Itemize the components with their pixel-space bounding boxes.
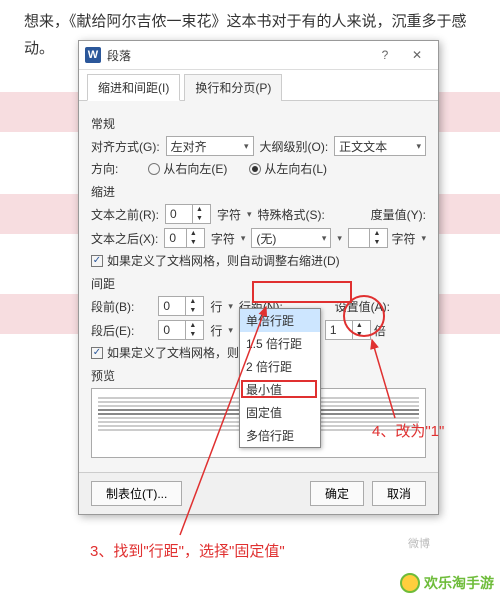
- indent-value-spinner[interactable]: ▲▼: [348, 228, 389, 248]
- space-before-label: 段前(B):: [91, 298, 134, 315]
- ok-button[interactable]: 确定: [310, 481, 364, 506]
- special-label: 特殊格式(S):: [258, 206, 325, 223]
- auto-indent-checkbox[interactable]: ✓如果定义了文档网格，则自动调整右缩进(D): [91, 252, 426, 269]
- ltr-radio[interactable]: 从左向右(L): [249, 160, 327, 177]
- dropdown-item[interactable]: 2 倍行距: [240, 355, 320, 378]
- after-text-spinner[interactable]: 0▲▼: [164, 228, 205, 248]
- dropdown-item[interactable]: 1.5 倍行距: [240, 332, 320, 355]
- help-button[interactable]: ?: [370, 45, 400, 65]
- space-before-spinner[interactable]: 0▲▼: [158, 296, 204, 316]
- line-unit2: 行: [210, 322, 222, 339]
- annotation-text-step4: 4、改为"1": [372, 420, 444, 441]
- dialog-title: 段落: [107, 47, 131, 64]
- section-general: 常规: [91, 115, 426, 132]
- char-unit3: 字符: [391, 230, 415, 247]
- outline-combo[interactable]: 正文文本▾: [334, 136, 426, 156]
- outline-label: 大纲级别(O):: [260, 138, 329, 155]
- dialog-buttons: 制表位(T)... 确定 取消: [79, 472, 438, 514]
- space-after-spinner[interactable]: 0▲▼: [158, 320, 204, 340]
- char-unit: 字符: [217, 206, 241, 223]
- alignment-label: 对齐方式(G):: [91, 138, 160, 155]
- dialog-tabs: 缩进和间距(I) 换行和分页(P): [79, 70, 438, 101]
- annotation-highlight-line-spacing: [252, 281, 352, 303]
- word-icon: W: [85, 47, 101, 63]
- dropdown-item[interactable]: 单倍行距: [240, 309, 320, 332]
- dropdown-item-fixed[interactable]: 固定值: [240, 401, 320, 424]
- tabs-button[interactable]: 制表位(T)...: [91, 481, 182, 506]
- annotation-text-step3: 3、找到"行距"，选择"固定值": [90, 540, 285, 561]
- tab-pagination[interactable]: 换行和分页(P): [184, 74, 282, 101]
- weibo-watermark: 微博: [408, 535, 430, 551]
- indent-value-label: 度量值(Y):: [371, 206, 426, 223]
- before-text-label: 文本之前(R):: [91, 206, 159, 223]
- tab-indent-spacing[interactable]: 缩进和间距(I): [87, 74, 180, 101]
- char-unit2: 字符: [211, 230, 235, 247]
- cancel-button[interactable]: 取消: [372, 481, 426, 506]
- watermark-icon: [400, 573, 420, 593]
- alignment-combo[interactable]: 左对齐▾: [166, 136, 254, 156]
- annotation-highlight-set-value: [343, 295, 385, 337]
- dialog-titlebar: W 段落 ? ✕: [79, 41, 438, 70]
- close-button[interactable]: ✕: [402, 45, 432, 65]
- line-spacing-dropdown: 单倍行距 1.5 倍行距 2 倍行距 最小值 固定值 多倍行距: [239, 308, 321, 448]
- after-text-label: 文本之后(X):: [91, 230, 158, 247]
- dropdown-item[interactable]: 多倍行距: [240, 424, 320, 447]
- special-combo[interactable]: (无)▾: [251, 228, 331, 248]
- direction-label: 方向:: [91, 160, 118, 177]
- rtl-radio[interactable]: 从右向左(E): [148, 160, 227, 177]
- line-unit: 行: [210, 298, 222, 315]
- annotation-highlight-fixed-value: [241, 380, 317, 398]
- site-watermark: 欢乐淘手游: [400, 573, 494, 593]
- space-after-label: 段后(E):: [91, 322, 134, 339]
- before-text-spinner[interactable]: 0▲▼: [165, 204, 211, 224]
- section-indent: 缩进: [91, 183, 426, 200]
